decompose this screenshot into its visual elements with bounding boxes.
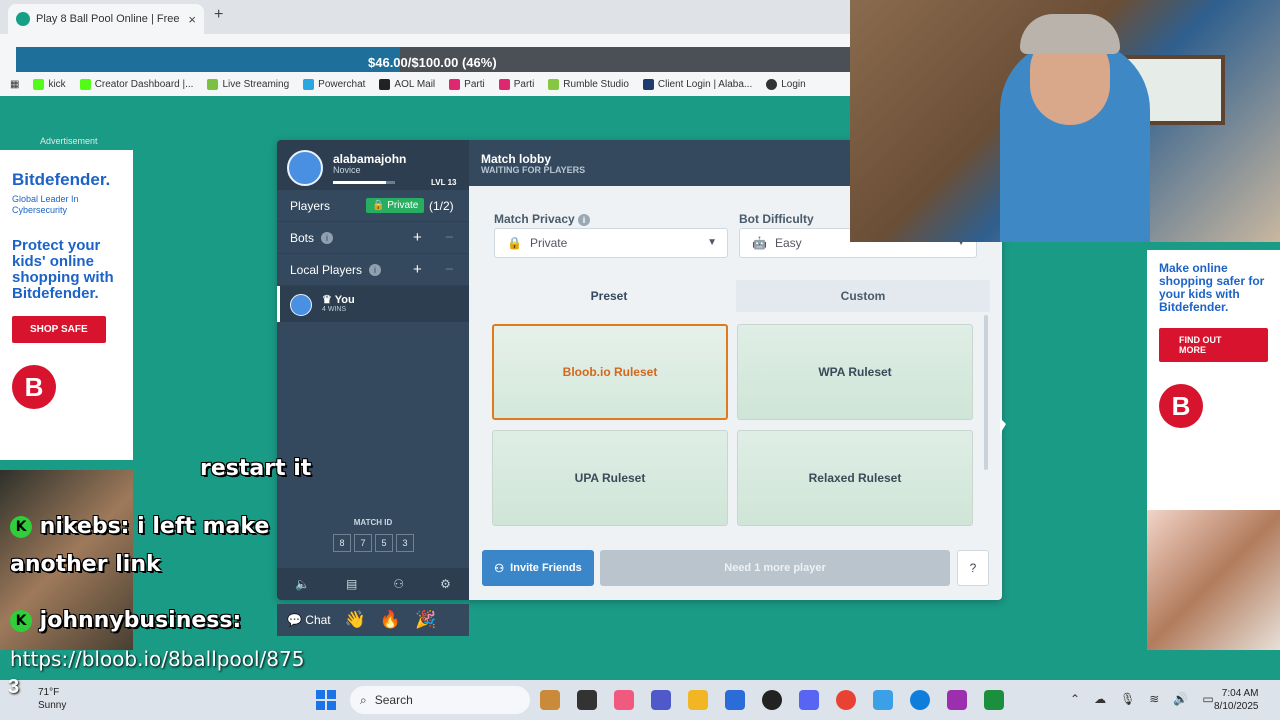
webcam-person-cap [1020,14,1120,54]
bookmark-parti-2[interactable]: Parti [498,78,534,90]
ruleset-card-upa[interactable]: UPA Ruleset [492,430,728,526]
windows-taskbar: 71°F Sunny ⌕ Search ⌃ ☁ 🎙 ≋ 🔊 ▭ 7:04 AM 8… [0,680,1280,720]
bookmark-kick[interactable]: kick [33,78,66,90]
bot-difficulty-label: Bot Difficulty [739,212,814,226]
wifi-icon[interactable]: ≋ [1149,692,1159,706]
app-icon[interactable] [873,690,893,710]
webcam-overlay [850,0,1280,242]
bitdefender-logo: Bitdefender. [12,170,111,189]
volume-icon[interactable]: 🔊 [1173,692,1188,706]
store-icon[interactable] [725,690,745,710]
ruleset-card-bloob[interactable]: Bloob.io Ruleset [492,324,728,420]
chevron-up-icon[interactable]: ⌃ [1070,692,1080,706]
bookmark-creator-dashboard[interactable]: Creator Dashboard |... [79,78,193,90]
chat-line-1: restart it [200,456,312,481]
bookmark-client-login[interactable]: Client Login | Alaba... [642,78,752,90]
match-privacy-label: Match Privacy i [494,212,591,226]
left-ad-banner[interactable]: Bitdefender. Global Leader In Cybersecur… [0,150,133,460]
edge-icon[interactable] [910,690,930,710]
system-tray: ⌃ ☁ 🎙 ≋ 🔊 ▭ [1070,692,1214,706]
overlay-number: 3 [8,676,20,698]
file-explorer-icon[interactable] [577,690,597,710]
shop-safe-button[interactable]: SHOP SAFE [12,316,106,343]
find-out-more-button[interactable]: FIND OUT MORE [1159,328,1268,362]
excel-icon[interactable] [984,690,1004,710]
ruleset-tabs: Preset Custom [482,280,990,312]
invite-friends-button[interactable]: ⚇ Invite Friends [482,550,594,586]
tab-preset[interactable]: Preset [482,280,736,312]
bitdefender-b-icon: B [1159,384,1203,428]
ruleset-scrollbar[interactable] [984,315,988,470]
kick-badge-icon: K [10,610,32,632]
game-link-text: https://bloob.io/8ballpool/875 [10,647,305,671]
donation-goal-text: $46.00/$100.00 (46%) [368,55,497,70]
chevron-down-icon: ▼ [707,237,717,248]
left-ad-headline: Protect your kids' online shopping with … [12,237,114,302]
friends-icon: ⚇ [494,562,505,575]
lock-icon: 🔒 [507,236,522,250]
bookmark-parti-1[interactable]: Parti [449,78,485,90]
copilot-icon[interactable] [614,690,634,710]
bookmark-powerchat[interactable]: Powerchat [303,78,365,90]
teams-icon[interactable] [651,690,671,710]
help-button[interactable]: ? [957,550,989,586]
bitdefender-tagline: Global Leader In Cybersecurity [12,194,79,215]
right-ad-banner[interactable]: Make online shopping safer for your kids… [1147,250,1280,650]
microphone-icon[interactable]: 🎙 [1120,692,1135,706]
bookmark-login[interactable]: Login [766,78,806,90]
right-ad-headline: Make online shopping safer for your kids… [1159,261,1265,314]
chat-line-3: another link [10,552,161,577]
folder-icon[interactable] [688,690,708,710]
ruleset-card-wpa[interactable]: WPA Ruleset [737,324,973,420]
need-more-player-button[interactable]: Need 1 more player [600,550,950,586]
chrome-icon[interactable] [836,690,856,710]
taskbar-apps [540,690,1004,710]
windows-start-icon[interactable] [316,690,336,710]
weather-widget[interactable]: 71°F Sunny [38,686,66,712]
new-tab-button[interactable]: + [214,6,223,24]
advertisement-label: Advertisement [40,136,98,146]
obs-icon[interactable] [762,690,782,710]
search-icon: ⌕ [360,692,367,707]
mouse-cursor-icon [1000,418,1006,434]
taskbar-search[interactable]: ⌕ Search [350,686,530,714]
bookmark-aol-mail[interactable]: AOL Mail [379,78,435,90]
bitdefender-b-icon: B [12,365,56,409]
browser-tab[interactable]: Play 8 Ball Pool Online | Free M × [8,4,204,34]
tab-title: Play 8 Ball Pool Online | Free M [36,13,183,25]
privacy-info-icon[interactable]: i [578,214,591,226]
taskbar-clock[interactable]: 7:04 AM 8/10/2025 [1214,687,1259,713]
bookmark-live-streaming[interactable]: Live Streaming [207,78,289,90]
chat-line-4: K johnnybusiness: [10,608,241,633]
match-privacy-select[interactable]: 🔒 Private ▼ [494,228,728,258]
bookmark-rumble-studio[interactable]: Rumble Studio [548,78,629,90]
discord-icon[interactable] [799,690,819,710]
ad-family-photo [1147,510,1280,650]
bookmarks-bar: ▦ kick Creator Dashboard |... Live Strea… [0,72,850,96]
browser-tabbar: Play 8 Ball Pool Online | Free M × + [0,0,850,34]
tab-custom[interactable]: Custom [736,280,990,312]
close-tab-icon[interactable]: × [188,12,196,27]
apps-grid-icon[interactable]: ▦ [10,79,19,90]
cloud-icon[interactable]: ☁ [1094,692,1106,706]
bot-icon: 🤖 [752,236,767,250]
battery-icon[interactable]: ▭ [1202,692,1213,706]
chat-line-2: K nikebs: i left make [10,514,269,539]
ruleset-card-relaxed[interactable]: Relaxed Ruleset [737,430,973,526]
kick-badge-icon: K [10,516,32,538]
bloob-favicon-icon [16,12,30,26]
app-icon[interactable] [947,690,967,710]
lion-widget-icon[interactable] [540,690,560,710]
